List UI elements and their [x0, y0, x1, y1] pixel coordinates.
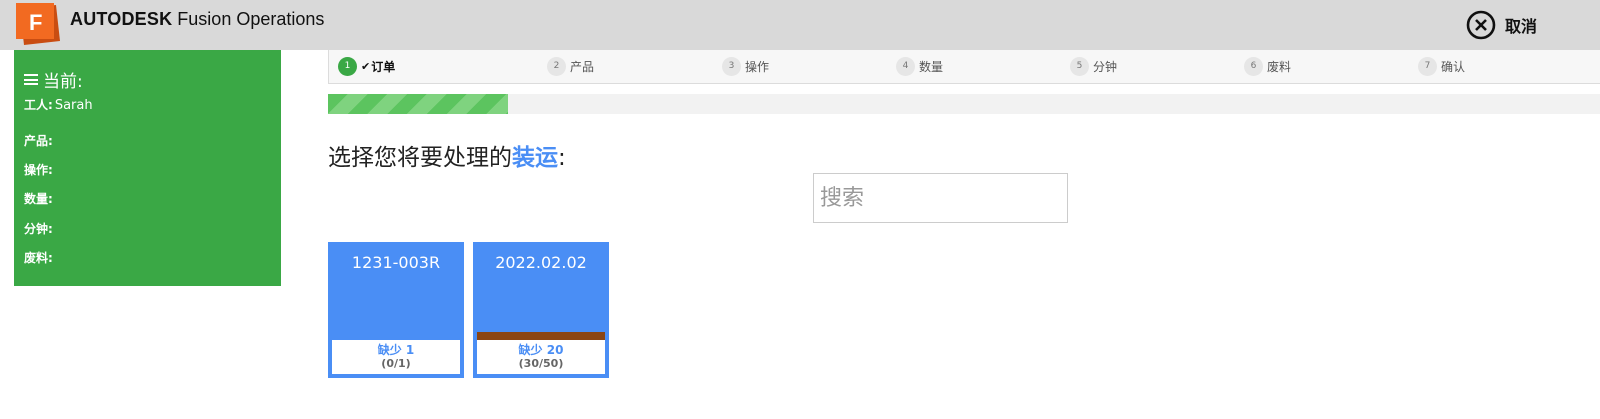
search-input[interactable] [813, 173, 1068, 223]
step-label: 分钟 [1093, 59, 1118, 74]
step-number: 1 [338, 56, 357, 76]
app-brand: AUTODESK Fusion Operations [70, 9, 324, 30]
shortage-count: (0/1) [381, 357, 411, 370]
step-scrap[interactable]: 6 废料 [1244, 56, 1292, 76]
step-number: 7 [1418, 56, 1437, 76]
progress-fill [328, 94, 508, 114]
shipment-card[interactable]: 2022.02.02 缺少 20 (30/50) [473, 242, 609, 378]
shipment-status: 缺少 20 (30/50) [477, 340, 605, 374]
shipment-title: 1231-003R [351, 253, 441, 272]
step-product[interactable]: 2 产品 [547, 56, 595, 76]
hamburger-menu-icon [24, 73, 38, 86]
cancel-label: 取消 [1505, 17, 1538, 36]
step-number: 4 [896, 56, 915, 76]
step-number: 5 [1070, 56, 1089, 76]
prompt-highlight: 装运 [512, 145, 558, 171]
prompt-text: 选择您将要处理的 [328, 145, 512, 171]
shipment-card[interactable]: 1231-003R 缺少 1 (0/1) [328, 242, 464, 378]
step-confirm[interactable]: 7 确认 [1418, 56, 1466, 76]
shortage-label: 缺少 20 [518, 343, 564, 357]
brand-company: AUTODESK [70, 9, 173, 29]
step-number: 3 [722, 56, 741, 76]
worker-label: 工人: [24, 98, 53, 112]
shortage-label: 缺少 1 [377, 343, 415, 357]
shortage-count: (30/50) [518, 357, 564, 370]
step-label: 订单 [371, 59, 396, 74]
step-minutes[interactable]: 5 分钟 [1070, 56, 1118, 76]
operation-label: 操作: [24, 163, 53, 177]
step-label: 产品 [570, 59, 595, 74]
step-label: 废料 [1267, 59, 1292, 74]
autodesk-fusion-logo: F [16, 3, 60, 45]
panel-title: 当前: [24, 67, 83, 92]
prompt-suffix: : [558, 145, 566, 171]
quantity-row: 数量: [24, 190, 55, 207]
status-bar [477, 332, 605, 340]
step-operation[interactable]: 3 操作 [722, 56, 770, 76]
step-label: 数量 [919, 59, 944, 74]
step-label: 确认 [1441, 59, 1466, 74]
panel-title-text: 当前: [43, 72, 83, 92]
check-icon: ✔ [361, 59, 371, 73]
brand-product: Fusion Operations [177, 9, 325, 29]
logo-letter: F [29, 10, 42, 35]
operation-row: 操作: [24, 161, 55, 178]
quantity-label: 数量: [24, 192, 53, 206]
scrap-label: 废料: [24, 251, 53, 265]
step-order[interactable]: 1 ✔ 订单 [338, 56, 396, 76]
step-number: 6 [1244, 56, 1263, 76]
worker-value: Sarah [54, 98, 93, 113]
wizard-steps: 1 ✔ 订单 2 产品 3 操作 4 数量 5 分钟 6 废料 7 确认 [328, 50, 1600, 84]
minutes-label: 分钟: [24, 222, 53, 236]
product-label: 产品: [24, 134, 53, 148]
progress-bar [328, 94, 1600, 114]
cancel-button[interactable]: 取消 [1466, 10, 1537, 40]
product-row: 产品: [24, 132, 55, 149]
scrap-row: 废料: [24, 249, 55, 266]
app-header: F AUTODESK Fusion Operations 取消 [0, 0, 1600, 50]
step-number: 2 [547, 56, 566, 76]
shipment-title: 2022.02.02 [495, 253, 587, 272]
close-circle-icon [1466, 10, 1496, 40]
page-prompt: 选择您将要处理的装运: [328, 138, 566, 172]
step-label: 操作 [745, 59, 770, 74]
current-info-panel: 当前: 工人: Sarah 产品: 操作: 数量: 分钟: 废料: [14, 50, 281, 286]
step-quantity[interactable]: 4 数量 [896, 56, 944, 76]
worker-row: 工人: Sarah [24, 96, 93, 113]
minutes-row: 分钟: [24, 220, 55, 237]
shipment-status: 缺少 1 (0/1) [332, 340, 460, 374]
